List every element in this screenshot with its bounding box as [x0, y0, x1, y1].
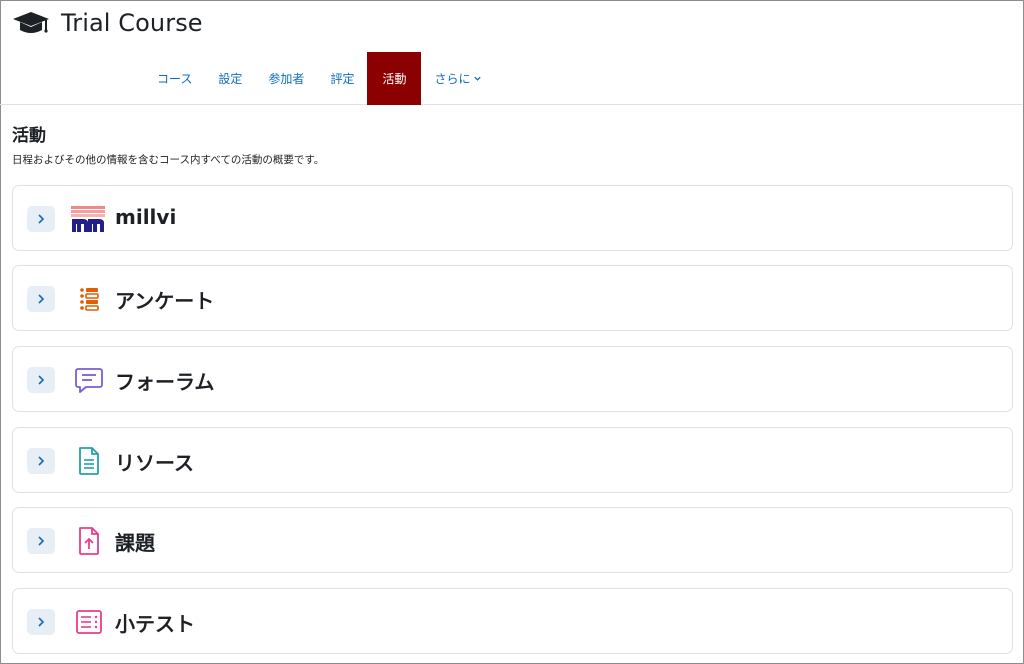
expand-button[interactable] [27, 528, 55, 554]
tab-label: さらに [434, 72, 471, 86]
graduation-cap-icon [13, 12, 49, 33]
tab-label: コース [157, 72, 193, 86]
activity-row-survey: アンケート [12, 265, 1013, 331]
chevron-right-icon [38, 456, 45, 466]
expand-button[interactable] [27, 367, 55, 393]
activity-row-millvi: millvi [12, 185, 1013, 251]
expand-button[interactable] [27, 448, 55, 474]
assignment-upload-icon [71, 524, 107, 558]
tab-settings[interactable]: 設定 [205, 52, 255, 105]
activity-name[interactable]: 小テスト [115, 608, 195, 637]
chevron-right-icon [38, 214, 45, 224]
chevron-right-icon [38, 536, 45, 546]
chevron-down-icon [474, 76, 482, 81]
expand-button[interactable] [27, 609, 55, 635]
tab-label: 設定 [218, 72, 243, 86]
activity-name[interactable]: 課題 [115, 527, 155, 556]
tab-label: 活動 [382, 72, 407, 86]
forum-icon [71, 363, 107, 397]
expand-button[interactable] [27, 206, 55, 232]
course-header: Trial Course コース 設定 参加者 評定 活動 さらに [0, 0, 1022, 105]
tab-label: 評定 [330, 72, 355, 86]
course-title[interactable]: Trial Course [61, 9, 203, 37]
activity-row-resource: リソース [12, 427, 1013, 493]
tab-label: 参加者 [268, 72, 305, 86]
course-nav-tabs: コース 設定 参加者 評定 活動 さらに [144, 52, 495, 105]
quiz-icon [71, 605, 107, 639]
expand-button[interactable] [27, 286, 55, 312]
activity-name[interactable]: アンケート [115, 285, 214, 314]
activity-row-assignment: 課題 [12, 507, 1013, 573]
chevron-right-icon [38, 375, 45, 385]
page-description: 日程およびその他の情報を含むコース内すべての活動の概要です。 [12, 154, 325, 166]
survey-icon [71, 282, 107, 316]
page-title: 活動 [12, 126, 46, 146]
tab-activities[interactable]: 活動 [367, 52, 422, 105]
activity-row-forum: フォーラム [12, 346, 1013, 412]
chevron-right-icon [38, 294, 45, 304]
millvi-logo-icon [71, 202, 107, 236]
file-icon [71, 444, 107, 478]
activity-row-quiz: 小テスト [12, 588, 1013, 654]
activity-name[interactable]: フォーラム [115, 366, 214, 395]
tab-participants[interactable]: 参加者 [255, 52, 317, 105]
activity-name[interactable]: リソース [115, 447, 194, 476]
activity-name[interactable]: millvi [115, 205, 176, 229]
tab-more[interactable]: さらに [421, 52, 495, 105]
course-title-area: Trial Course [11, 8, 203, 38]
tab-grades[interactable]: 評定 [317, 52, 367, 105]
chevron-right-icon [38, 617, 45, 627]
tab-course[interactable]: コース [144, 52, 205, 105]
